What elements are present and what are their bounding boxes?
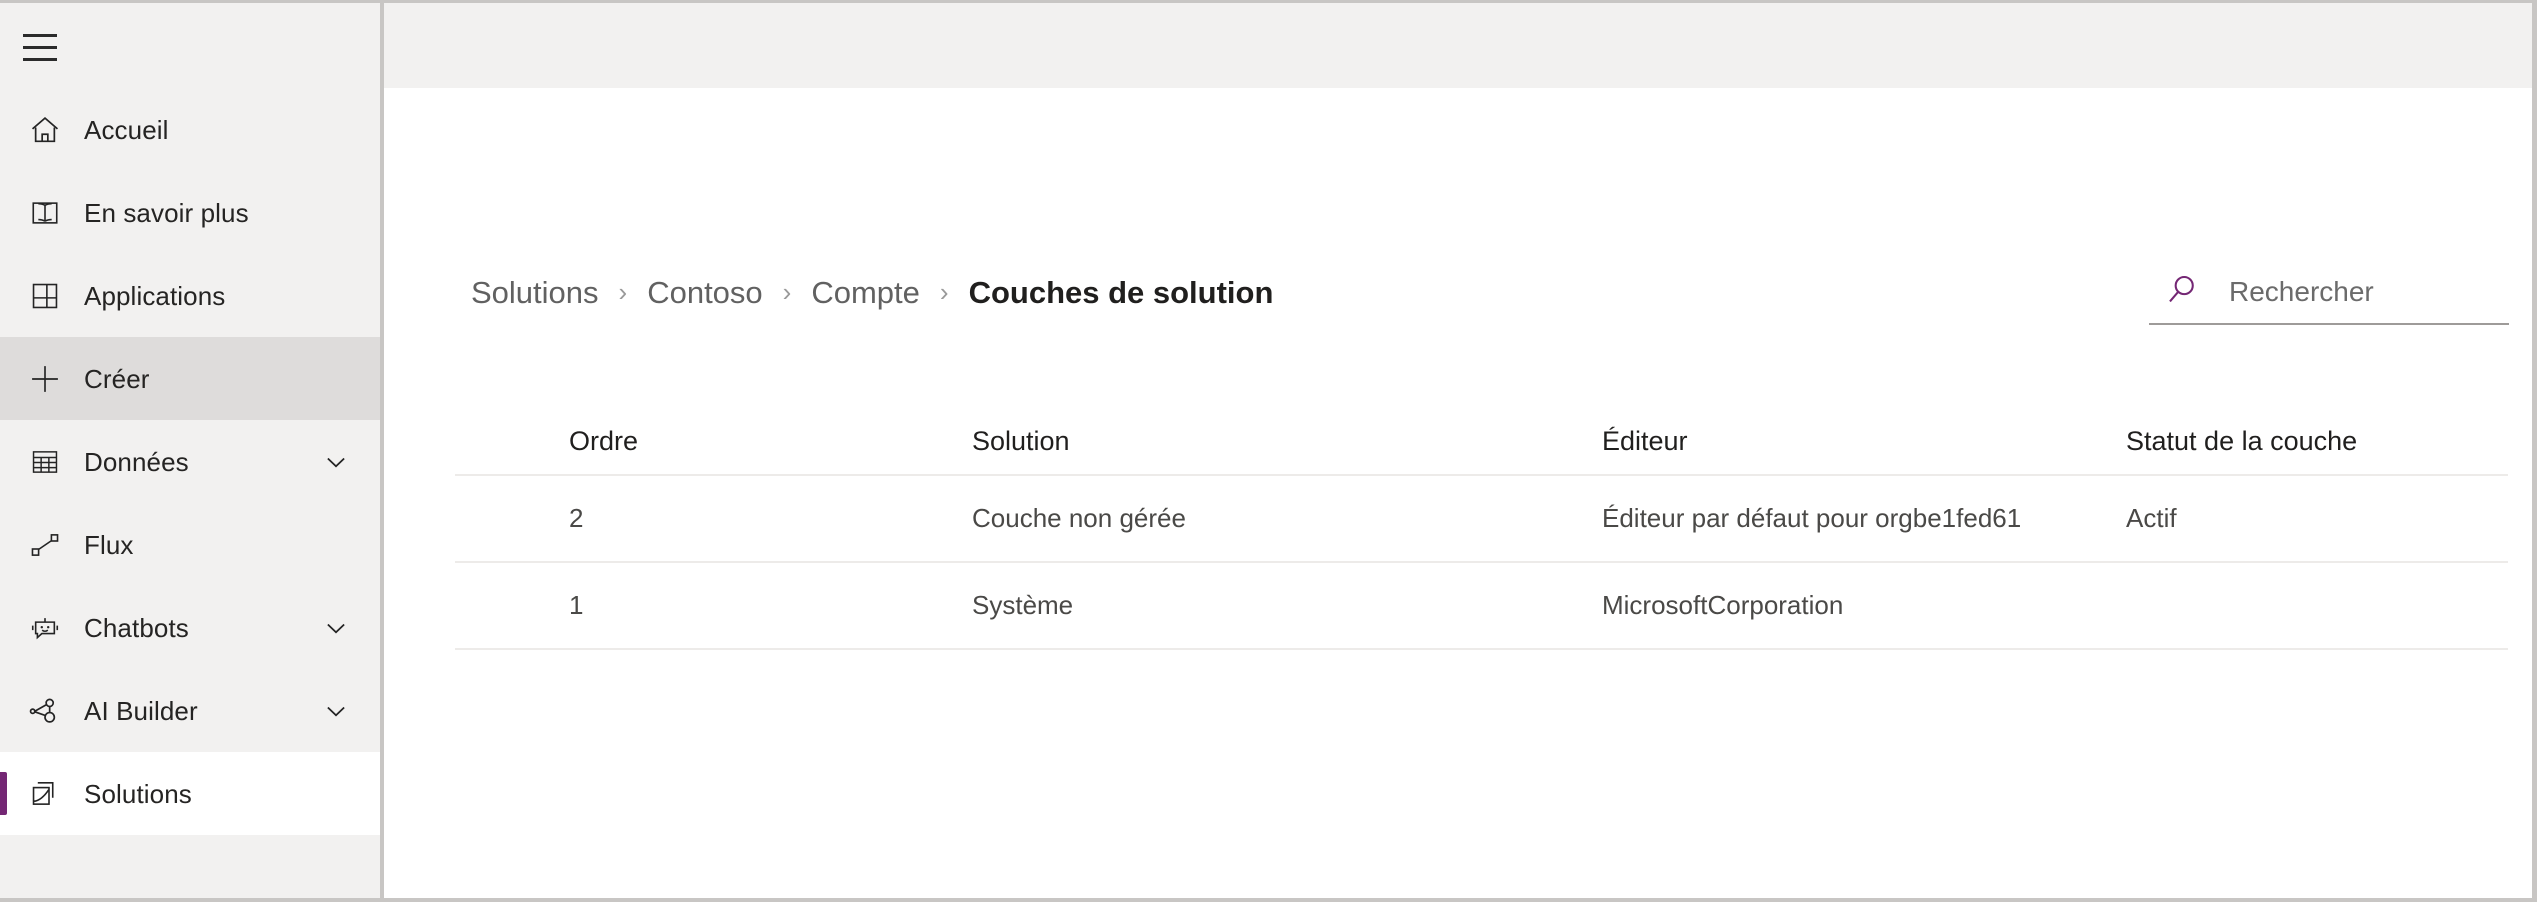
sidebar: Accueil En savoir plus Applications Crée…	[0, 3, 384, 898]
breadcrumb-separator-icon: ›	[782, 277, 792, 307]
flow-icon	[22, 522, 68, 568]
menu-icon-bar	[23, 33, 57, 37]
sidebar-nav-list: Accueil En savoir plus Applications Crée…	[0, 88, 380, 835]
menu-icon-bar	[23, 57, 57, 61]
apps-grid-icon	[22, 273, 68, 319]
breadcrumb-item-compte[interactable]: Compte	[811, 275, 920, 311]
main-content: Solutions › Contoso › Compte › Couches d…	[388, 88, 2532, 898]
breadcrumb-item-solutions[interactable]: Solutions	[471, 275, 599, 311]
robot-icon	[22, 605, 68, 651]
column-header-editeur[interactable]: Éditeur	[1602, 426, 2126, 457]
sidebar-item-flux[interactable]: Flux	[0, 503, 380, 586]
sidebar-item-creer[interactable]: Créer	[0, 337, 380, 420]
sidebar-item-label: En savoir plus	[84, 197, 249, 228]
breadcrumb-item-current: Couches de solution	[968, 275, 1274, 310]
sidebar-item-label: Données	[84, 446, 189, 477]
chevron-down-icon[interactable]	[320, 695, 352, 727]
chevron-down-icon[interactable]	[320, 612, 352, 644]
home-icon	[22, 107, 68, 153]
column-header-solution[interactable]: Solution	[972, 426, 1602, 457]
sidebar-item-label: Chatbots	[84, 612, 189, 643]
search-underline	[2149, 323, 2509, 325]
sidebar-item-donnees[interactable]: Données	[0, 420, 380, 503]
plus-icon	[22, 356, 68, 402]
column-header-ordre[interactable]: Ordre	[455, 426, 972, 457]
cell-editeur: MicrosoftCorporation	[1602, 590, 1844, 620]
sidebar-item-en-savoir-plus[interactable]: En savoir plus	[0, 171, 380, 254]
cell-editeur: Éditeur par défaut pour orgbe1fed61	[1602, 503, 2022, 533]
solution-layers-table: Ordre Solution Éditeur Statut de la couc…	[455, 409, 2508, 650]
cell-ordre: 1	[569, 590, 584, 620]
cell-ordre: 2	[569, 503, 584, 533]
selection-indicator	[0, 772, 7, 815]
table-header-row: Ordre Solution Éditeur Statut de la couc…	[455, 409, 2508, 476]
top-bar	[384, 3, 2532, 88]
sidebar-item-label: Créer	[84, 363, 150, 394]
search-input[interactable]	[2227, 263, 2501, 321]
breadcrumb-separator-icon: ›	[939, 277, 949, 307]
sidebar-item-label: Solutions	[84, 778, 192, 809]
menu-icon[interactable]	[22, 26, 78, 68]
book-icon	[22, 190, 68, 236]
sidebar-item-ai-builder[interactable]: AI Builder	[0, 669, 380, 752]
table-row[interactable]: 1 Système MicrosoftCorporation	[455, 563, 2508, 650]
sidebar-item-label: Flux	[84, 529, 134, 560]
sidebar-item-chatbots[interactable]: Chatbots	[0, 586, 380, 669]
sidebar-item-label: Applications	[84, 280, 226, 311]
sidebar-item-accueil[interactable]: Accueil	[0, 88, 380, 171]
search-icon[interactable]	[2163, 271, 2201, 309]
cell-solution: Système	[972, 590, 1074, 620]
table-icon	[22, 439, 68, 485]
column-header-statut[interactable]: Statut de la couche	[2126, 426, 2508, 457]
sidebar-item-applications[interactable]: Applications	[0, 254, 380, 337]
app-window: Accueil En savoir plus Applications Crée…	[0, 0, 2537, 902]
menu-icon-bar	[23, 45, 57, 49]
solutions-icon	[22, 771, 68, 817]
table-row[interactable]: 2 Couche non gérée Éditeur par défaut po…	[455, 476, 2508, 563]
sidebar-item-label: Accueil	[84, 114, 169, 145]
sidebar-item-label: AI Builder	[84, 695, 198, 726]
search-box[interactable]	[2149, 263, 2509, 325]
cell-statut: Actif	[2126, 503, 2177, 533]
breadcrumb: Solutions › Contoso › Compte › Couches d…	[471, 271, 1273, 315]
cell-solution: Couche non gérée	[972, 503, 1186, 533]
ai-builder-icon	[22, 688, 68, 734]
breadcrumb-item-contoso[interactable]: Contoso	[647, 275, 762, 311]
sidebar-item-solutions[interactable]: Solutions	[0, 752, 380, 835]
chevron-down-icon[interactable]	[320, 446, 352, 478]
breadcrumb-separator-icon: ›	[618, 277, 628, 307]
